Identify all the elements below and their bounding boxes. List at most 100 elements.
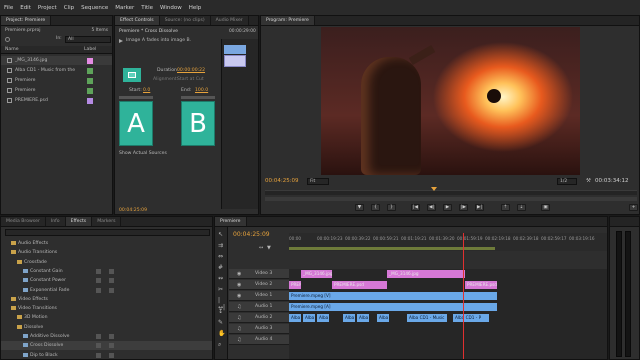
track-header[interactable]: ♫ Audio 2 xyxy=(229,313,289,323)
project-item[interactable]: Alba CD1 - Music from the xyxy=(1,66,112,75)
effects-tree-item[interactable]: Dip to Black xyxy=(1,351,212,359)
program-current-time[interactable]: 00:04:25:09 xyxy=(265,178,299,184)
track-header[interactable]: ◉ Video 2 xyxy=(229,280,289,290)
eye-icon[interactable]: ◉ xyxy=(237,269,241,279)
speaker-icon[interactable]: ♫ xyxy=(237,313,241,323)
clip-a2-5[interactable]: Alba xyxy=(377,314,389,322)
wrench-icon[interactable]: ⚒ xyxy=(586,178,591,184)
col-name[interactable]: Name xyxy=(5,47,19,52)
snap-icon[interactable]: ↔ xyxy=(259,245,263,251)
effects-tree-item[interactable]: Crossfade xyxy=(1,258,212,267)
track-header[interactable]: ♫ Audio 1 xyxy=(229,302,289,312)
clip-v2-a[interactable]: PREM xyxy=(289,281,301,289)
time-ruler[interactable]: 00:00 00:00:19:23 00:00:39:22 00:00:59:21 00… xyxy=(289,233,607,251)
clip-v1[interactable]: Premiere.mpeg [V] xyxy=(289,292,497,300)
clip-a2-2[interactable]: Alba xyxy=(317,314,329,322)
effects-tree-item[interactable]: Constant Power xyxy=(1,276,212,285)
menu-file[interactable]: File xyxy=(4,5,13,11)
pen-tool-icon[interactable]: ✎ xyxy=(218,319,223,326)
step-back-button[interactable]: ◀| xyxy=(427,204,436,211)
tab-effect-controls[interactable]: Effect Controls xyxy=(115,16,160,25)
extract-button[interactable]: ⇣ xyxy=(517,204,526,211)
button-editor-plus[interactable]: + xyxy=(629,204,638,211)
in-dropdown[interactable]: All xyxy=(65,36,111,43)
effects-tree-item[interactable]: Audio Effects xyxy=(1,239,212,248)
tab-sequence[interactable]: Premiere xyxy=(215,217,247,226)
search-icon[interactable] xyxy=(5,37,10,42)
mark-out-button[interactable]: } xyxy=(387,204,396,211)
project-item[interactable]: PREMIERE.psd xyxy=(1,96,112,105)
duration-value[interactable]: 00:00:00:22 xyxy=(177,68,205,73)
track-header[interactable]: ◉ Video 1 xyxy=(229,291,289,301)
clip-v2-c[interactable]: PREMIERE.psd xyxy=(465,281,497,289)
effects-tree-item[interactable]: Video Transitions xyxy=(1,304,212,313)
slide-tool-icon[interactable]: ↕ xyxy=(218,308,223,315)
zoom-tool-icon[interactable]: ⌕ xyxy=(218,341,221,349)
tab-source[interactable]: Source: (no clips) xyxy=(159,16,211,25)
col-label[interactable]: Label xyxy=(84,47,96,52)
program-playhead[interactable] xyxy=(431,187,437,191)
start-slider[interactable] xyxy=(119,96,153,99)
effects-tree-item[interactable]: Additive Dissolve xyxy=(1,332,212,341)
end-value[interactable]: 100.0 xyxy=(195,88,208,93)
tab-info[interactable]: Info xyxy=(45,217,66,226)
alignment-dropdown[interactable]: Start at Cut xyxy=(177,77,204,82)
clip-a2-4[interactable]: Alba xyxy=(357,314,369,322)
tab-markers[interactable]: Markers xyxy=(92,217,122,226)
work-area-bar[interactable] xyxy=(289,247,495,250)
add-marker-icon[interactable]: ▼ xyxy=(267,245,271,251)
clip-a2-0[interactable]: Alba xyxy=(289,314,301,322)
program-scrubber[interactable] xyxy=(265,187,637,195)
rate-stretch-tool-icon[interactable]: ↭ xyxy=(218,275,223,282)
lift-button[interactable]: ⇡ xyxy=(501,204,510,211)
go-to-out-button[interactable]: ▶| xyxy=(475,204,484,211)
track-header[interactable]: ♫ Audio 3 xyxy=(229,324,289,334)
track-header[interactable]: ◉ Video 3 xyxy=(229,269,289,279)
menu-title[interactable]: Title xyxy=(141,5,153,11)
effects-tree-item[interactable]: Cross Dissolve xyxy=(1,341,212,351)
label-color-swatch[interactable] xyxy=(87,87,93,94)
play-button[interactable]: ▶ xyxy=(443,204,452,211)
track-header[interactable]: ♫ Audio 4 xyxy=(229,335,289,345)
clip-v3-a[interactable]: _MG_3146.jpg xyxy=(301,270,332,278)
clip-a2-7[interactable]: Alba CD1 - P xyxy=(453,314,489,322)
timeline-timecode[interactable]: 00:04:25:09 xyxy=(233,231,270,238)
menu-edit[interactable]: Edit xyxy=(20,5,31,11)
eye-icon[interactable]: ◉ xyxy=(237,280,241,290)
speaker-icon[interactable]: ♫ xyxy=(237,324,241,334)
menu-clip[interactable]: Clip xyxy=(64,5,74,11)
effects-tree-item[interactable]: 3D Motion xyxy=(1,313,212,322)
ripple-tool-icon[interactable]: ⇔ xyxy=(218,253,223,260)
hand-tool-icon[interactable]: ✋ xyxy=(218,330,225,337)
menu-project[interactable]: Project xyxy=(38,5,57,11)
play-transition-icon[interactable] xyxy=(119,39,123,43)
project-item[interactable]: Premiere xyxy=(1,86,112,95)
rolling-tool-icon[interactable]: # xyxy=(218,264,223,271)
effects-tree-item[interactable]: Dissolve xyxy=(1,323,212,332)
speaker-icon[interactable]: ♫ xyxy=(237,302,241,312)
clip-a2-3[interactable]: Alba xyxy=(343,314,355,322)
show-sources-checkbox[interactable]: Show Actual Sources xyxy=(119,151,167,156)
ec-transition-block[interactable] xyxy=(224,55,246,67)
clip-v3-b[interactable]: _MG_3146.jpg xyxy=(387,270,465,278)
resolution-dropdown[interactable]: 1/2 xyxy=(557,178,577,185)
clip-a2-1[interactable]: Alba xyxy=(303,314,315,322)
eye-icon[interactable]: ◉ xyxy=(237,291,241,301)
menu-marker[interactable]: Marker xyxy=(115,5,134,11)
export-frame-button[interactable]: ▣ xyxy=(541,204,550,211)
fit-dropdown[interactable]: Fit xyxy=(307,178,329,185)
tab-audio-mixer[interactable]: Audio Mixer xyxy=(210,16,249,25)
tab-project[interactable]: Project: Premiere xyxy=(1,16,52,25)
label-color-swatch[interactable] xyxy=(87,67,93,74)
start-value[interactable]: 0.0 xyxy=(143,88,150,93)
step-forward-button[interactable]: |▶ xyxy=(459,204,468,211)
timeline-playhead[interactable] xyxy=(463,233,464,359)
tab-media-browser[interactable]: Media Browser xyxy=(1,217,46,226)
project-item[interactable]: Premiere xyxy=(1,76,112,85)
effects-search-input[interactable] xyxy=(5,229,210,236)
project-item[interactable]: _MG_3146.jpg xyxy=(1,56,112,65)
label-color-swatch[interactable] xyxy=(87,77,93,84)
selection-tool-icon[interactable]: ↖ xyxy=(218,231,223,238)
razor-tool-icon[interactable]: ✂ xyxy=(218,286,223,293)
add-marker-button[interactable]: ▼ xyxy=(355,204,364,211)
